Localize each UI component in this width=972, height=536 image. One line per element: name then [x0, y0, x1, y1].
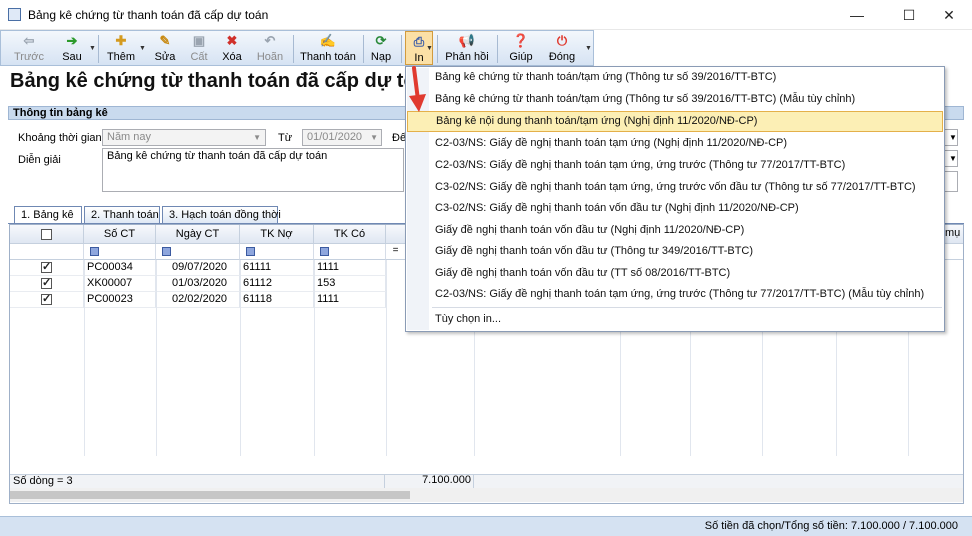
minimize-button[interactable]: —	[834, 0, 880, 30]
help-button[interactable]: ❓ Giúp	[505, 31, 537, 65]
title-bar: Bảng kê chứng từ thanh toán đã cấp dự to…	[0, 0, 972, 30]
menu-item[interactable]: C2-03/NS: Giấy đề nghị thanh toán tạm ứn…	[407, 133, 943, 154]
tab-bang-ke[interactable]: 1. Bảng kê	[14, 206, 82, 224]
floppy-disk-icon: ▣	[192, 33, 206, 48]
delete-button[interactable]: ✖ Xóa	[217, 31, 247, 65]
pay-button[interactable]: ✍ Thanh toán	[299, 31, 357, 65]
summary-row: Số dòng = 3 7.100.000	[10, 474, 963, 488]
chevron-down-icon: ▼	[949, 133, 957, 142]
header-tk-co[interactable]: TK Có	[314, 225, 386, 244]
period-label: Khoảng thời gian	[18, 132, 102, 144]
status-bar: Số tiền đã chọn/Tổng số tiền: 7.100.000 …	[0, 516, 972, 536]
description-field[interactable]: Bảng kê chứng từ thanh toán đã cấp dự to…	[102, 148, 404, 192]
row-count: Số dòng = 3	[13, 475, 73, 487]
row-checkbox[interactable]	[41, 276, 52, 291]
menu-item[interactable]: C3-02/NS: Giấy đề nghị thanh toán tạm ứn…	[407, 177, 943, 198]
arrow-left-icon: ⇦	[23, 33, 35, 48]
pencil-icon: ✎	[159, 33, 171, 48]
chevron-down-icon[interactable]: ▼	[89, 45, 96, 52]
dropdown-fragment[interactable]: ▼	[944, 150, 958, 167]
delete-icon: ✖	[226, 33, 238, 48]
horizontal-scrollbar[interactable]	[10, 488, 963, 502]
menu-item-print-options[interactable]: Tùy chọn in...	[407, 309, 943, 330]
header-truncated: mụ	[945, 227, 961, 239]
filter-cell[interactable]	[156, 244, 240, 260]
from-label: Từ	[278, 132, 293, 144]
header-ngay-ct[interactable]: Ngày CT	[156, 225, 240, 244]
refresh-icon: ⟳	[375, 33, 387, 48]
header-so-ct[interactable]: Số CT	[84, 225, 156, 244]
arrow-right-icon: ➔	[66, 33, 78, 48]
load-button[interactable]: ⟳ Nạp	[367, 31, 395, 65]
megaphone-icon: 📢	[458, 33, 476, 48]
chevron-down-icon[interactable]: ▼	[585, 45, 592, 52]
undo-icon: ↶	[264, 33, 276, 48]
pen-icon: ✍	[319, 33, 337, 48]
dropdown-fragment[interactable]: ▼	[944, 129, 958, 146]
save-button[interactable]: ▣ Cất	[185, 31, 213, 65]
chevron-down-icon[interactable]: ▼	[426, 45, 433, 52]
feedback-button[interactable]: 📢 Phản hồi	[444, 31, 490, 65]
annotation-arrow-icon	[409, 66, 426, 112]
window-title: Bảng kê chứng từ thanh toán đã cấp dự to…	[28, 8, 269, 22]
menu-item[interactable]: Bảng kê chứng từ thanh toán/tạm ứng (Thô…	[407, 67, 943, 88]
select-all-checkbox[interactable]	[41, 229, 52, 240]
back-button[interactable]: ⇦ Trước	[9, 31, 49, 65]
menu-item[interactable]: Bảng kê chứng từ thanh toán/tạm ứng (Thô…	[407, 89, 943, 110]
description-label: Diễn giải	[18, 154, 61, 166]
chevron-down-icon: ▼	[370, 133, 378, 142]
filter-cell[interactable]	[240, 244, 314, 260]
menu-item[interactable]: C2-03/NS: Giấy đề nghị thanh toán tạm ứn…	[407, 155, 943, 176]
app-icon	[8, 8, 21, 21]
toolbar: ⇦ Trước ➔ Sau ▼ ✚ Thêm ▼ ✎ Sửa ▣ Cất ✖ X…	[0, 30, 594, 66]
filter-cell[interactable]	[84, 244, 156, 260]
menu-item[interactable]: Giấy đề nghị thanh toán vốn đầu tư (Nghị…	[407, 220, 943, 241]
row-checkbox[interactable]	[41, 260, 52, 275]
next-button[interactable]: ➔ Sau	[55, 31, 89, 65]
tab-hach-toan[interactable]: 3. Hạch toán đồng thời	[162, 206, 281, 224]
to-label: Đế	[392, 132, 407, 144]
menu-item[interactable]: Giấy đề nghị thanh toán vốn đầu tư (Thôn…	[407, 241, 943, 262]
add-button[interactable]: ✚ Thêm	[103, 31, 139, 65]
page-title: Bảng kê chứng từ thanh toán đã cấp dự to	[10, 70, 416, 92]
edit-button[interactable]: ✎ Sửa	[149, 31, 181, 65]
power-icon: ⏻	[556, 33, 568, 48]
filter-equals[interactable]: =	[386, 244, 406, 260]
chevron-down-icon: ▼	[949, 154, 957, 163]
menu-item[interactable]: C3-02/NS: Giấy đề nghị thanh toán vốn đầ…	[407, 198, 943, 219]
period-select[interactable]: Năm nay ▼	[102, 129, 266, 146]
menu-item[interactable]: C2-03/NS: Giấy đề nghị thanh toán tạm ứn…	[407, 284, 943, 305]
help-icon: ❓	[512, 33, 530, 48]
select-all-header[interactable]	[10, 225, 84, 244]
from-date-input[interactable]: 01/01/2020 ▼	[302, 129, 382, 146]
tab-thanh-toan[interactable]: 2. Thanh toán	[84, 206, 160, 224]
menu-item[interactable]: Giấy đề nghị thanh toán vốn đầu tư (TT s…	[407, 263, 943, 284]
print-icon: ⎙	[413, 34, 425, 49]
undo-button[interactable]: ↶ Hoãn	[253, 31, 287, 65]
chevron-down-icon[interactable]: ▼	[139, 45, 146, 52]
header-tk-no[interactable]: TK Nợ	[240, 225, 314, 244]
close-window-button[interactable]: ✕	[926, 0, 972, 30]
filter-cell[interactable]	[314, 244, 386, 260]
field-fragment[interactable]	[944, 171, 958, 192]
print-menu: Bảng kê chứng từ thanh toán/tạm ứng (Thô…	[405, 66, 945, 332]
scrollbar-thumb[interactable]	[10, 491, 410, 499]
chevron-down-icon: ▼	[253, 133, 261, 142]
close-button[interactable]: ⏻ Đóng	[543, 31, 581, 65]
row-checkbox[interactable]	[41, 292, 52, 307]
total-amount: 7.100.000	[384, 474, 474, 488]
menu-item-highlighted[interactable]: Bảng kê nội dung thanh toán/tạm ứng (Ngh…	[407, 111, 943, 132]
new-document-icon: ✚	[115, 33, 127, 48]
status-text: Số tiền đã chọn/Tổng số tiền: 7.100.000 …	[704, 520, 958, 532]
